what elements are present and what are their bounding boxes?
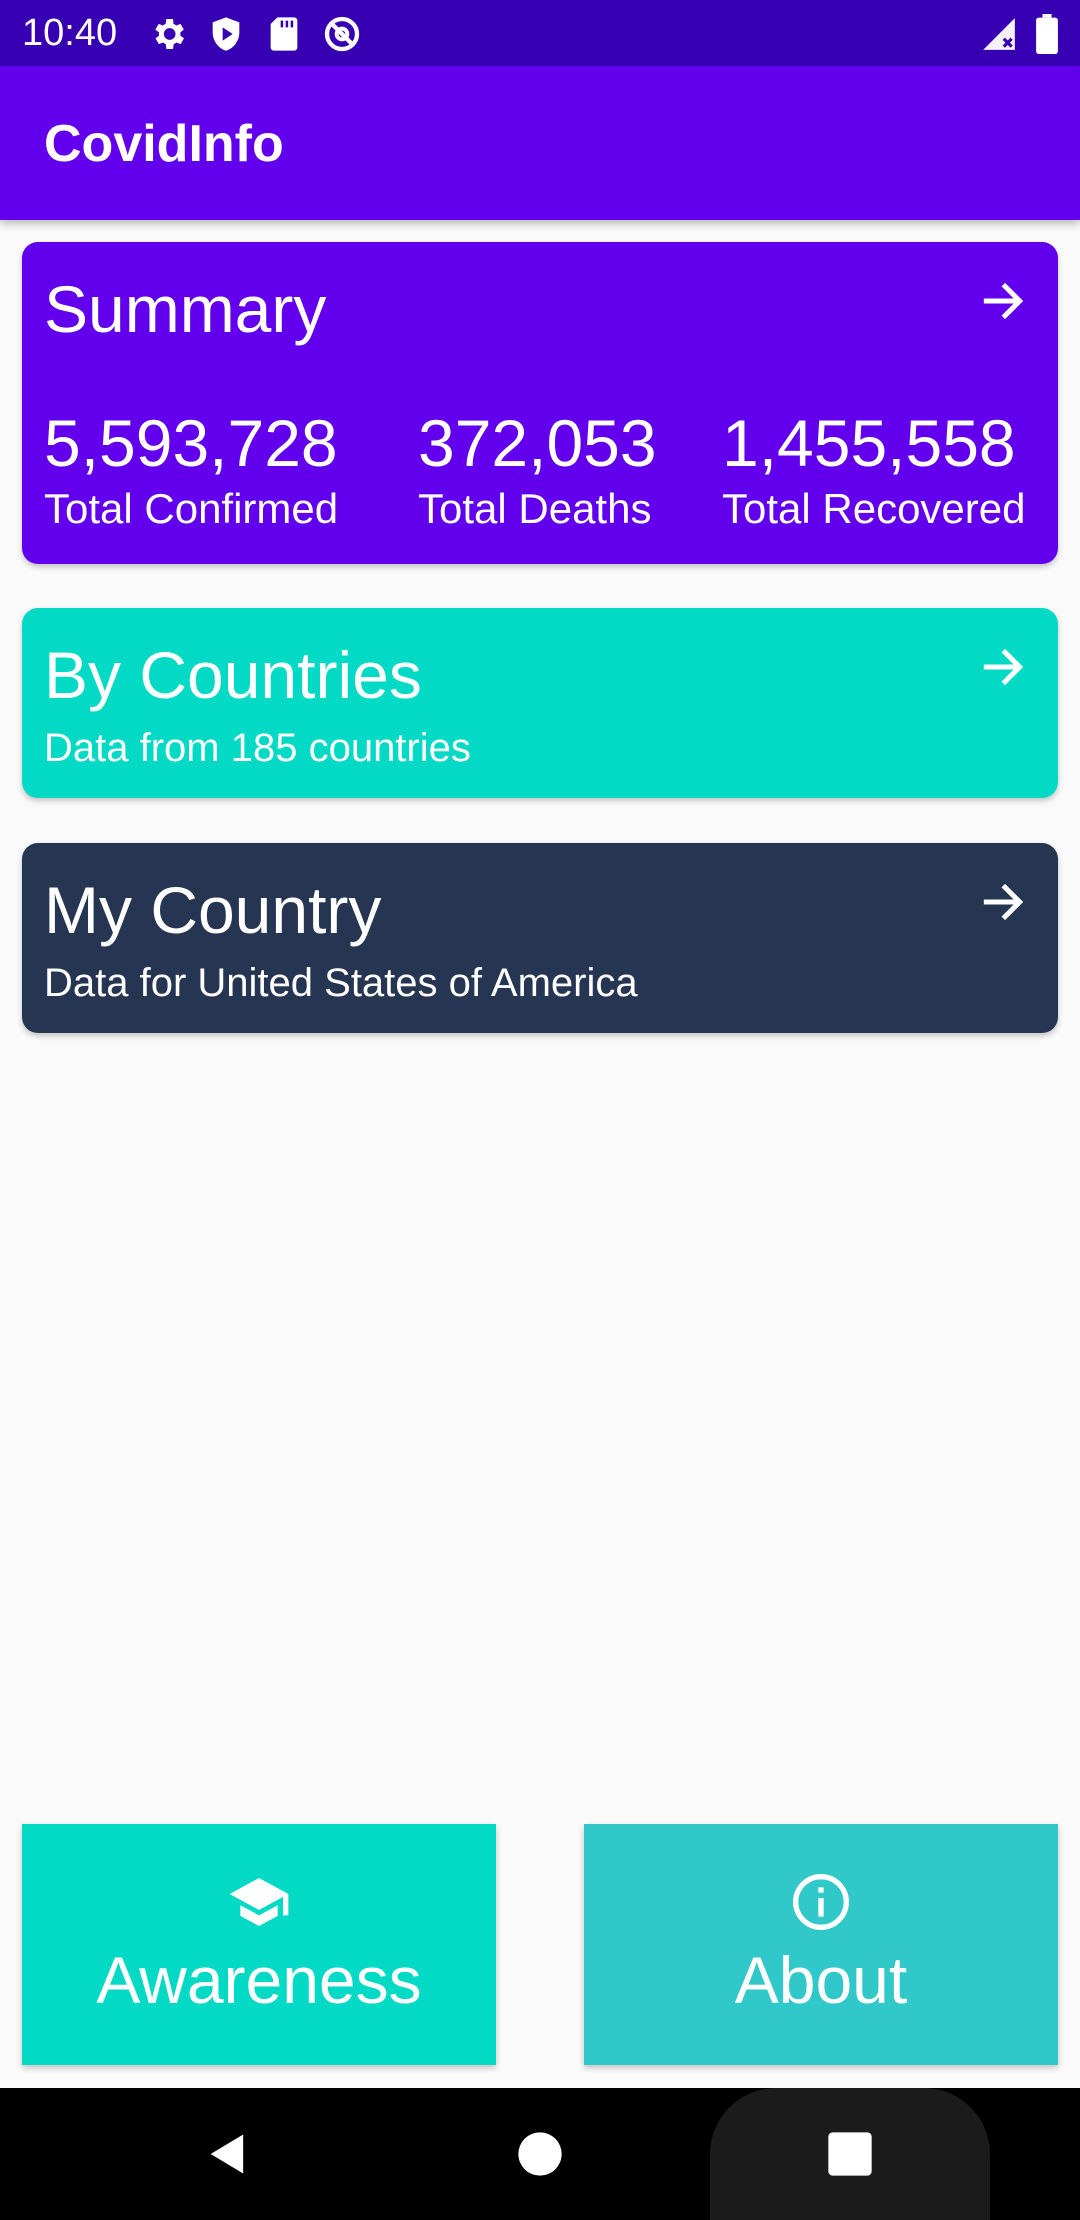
by-countries-card[interactable]: By Countries Data from 185 countries <box>22 608 1058 798</box>
by-countries-subtitle: Data from 185 countries <box>44 726 471 770</box>
stat-value: 372,053 <box>418 406 657 480</box>
signal-icon <box>983 18 1015 50</box>
stat-total-recovered: 1,455,558 Total Recovered <box>722 406 1026 534</box>
recents-icon[interactable] <box>824 2128 876 2180</box>
stat-label: Total Deaths <box>418 485 652 532</box>
awareness-button[interactable]: Awareness <box>22 1824 496 2065</box>
arrow-right-icon <box>983 648 1024 686</box>
my-country-subtitle: Data for United States of America <box>44 961 638 1005</box>
app-bar: CovidInfo <box>0 66 1080 220</box>
sd-card-icon <box>270 17 298 51</box>
arrow-right-icon <box>983 282 1024 320</box>
stat-label: Total Confirmed <box>44 485 339 532</box>
status-time: 10:40 <box>22 12 118 54</box>
stat-value: 1,455,558 <box>722 406 1016 480</box>
stat-total-confirmed: 5,593,728 Total Confirmed <box>44 406 338 534</box>
stat-value: 5,593,728 <box>44 406 338 480</box>
home-icon[interactable] <box>514 2128 566 2180</box>
graduation-cap-icon <box>229 1878 289 1926</box>
shield-icon <box>212 17 240 51</box>
about-button[interactable]: About <box>584 1824 1058 2065</box>
stat-total-deaths: 372,053 Total Deaths <box>418 406 657 534</box>
status-icons-left <box>148 14 362 54</box>
at-sign-icon <box>324 16 360 52</box>
about-label: About <box>734 1943 908 2017</box>
stat-label: Total Recovered <box>722 485 1026 532</box>
nav-bar <box>0 2088 1080 2220</box>
by-countries-title: By Countries <box>44 638 422 712</box>
gear-icon <box>155 19 184 49</box>
my-country-title: My Country <box>44 873 382 947</box>
awareness-label: Awareness <box>96 1943 422 2017</box>
app-title: CovidInfo <box>44 115 284 173</box>
status-icons-right <box>980 14 1058 54</box>
status-bar: 10:40 <box>0 0 1080 66</box>
arrow-right-icon <box>983 883 1024 921</box>
back-icon[interactable] <box>202 2128 254 2180</box>
summary-title: Summary <box>44 272 327 346</box>
my-country-card[interactable]: My Country Data for United States of Ame… <box>22 843 1058 1033</box>
battery-icon <box>1036 14 1058 54</box>
info-icon <box>793 1874 849 1930</box>
summary-card[interactable]: Summary 5,593,728 Total Confirmed 372,05… <box>22 242 1058 564</box>
